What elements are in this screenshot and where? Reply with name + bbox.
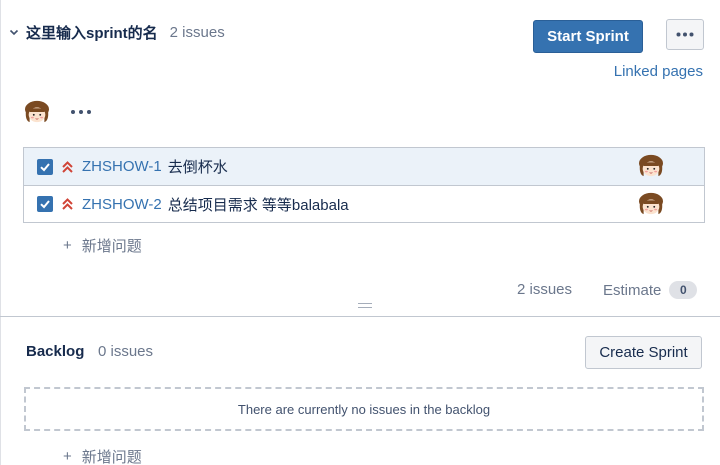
issue-summary: 总结项目需求 等等balabala	[167, 196, 349, 214]
issue-row[interactable]: ZHSHOW-2 总结项目需求 等等balabala	[24, 185, 704, 222]
backlog-empty-state: There are currently no issues in the bac…	[24, 387, 704, 431]
assignee-filter	[22, 100, 92, 124]
start-sprint-button[interactable]: Start Sprint	[533, 20, 643, 53]
empty-message: There are currently no issues in the bac…	[237, 401, 491, 417]
sprint-issue-list: ZHSHOW-1 去倒杯水 ZHSHOW-2 总结项目需求 等等balabala	[23, 147, 705, 223]
highest-priority-icon	[62, 198, 73, 210]
section-divider	[0, 316, 720, 317]
backlog-title: Backlog	[26, 343, 85, 360]
add-issue-label: 新增问题	[81, 449, 142, 465]
avatar-icon	[636, 192, 666, 216]
sprint-more-button[interactable]	[666, 19, 704, 50]
issue-key[interactable]: ZHSHOW-1	[82, 158, 162, 175]
issue-key[interactable]: ZHSHOW-2	[82, 196, 162, 213]
backlog-issue-count: 0 issues	[98, 343, 154, 360]
estimate-label: Estimate	[603, 281, 662, 299]
more-icon[interactable]	[70, 107, 92, 117]
checkbox-icon[interactable]	[37, 158, 53, 175]
issue-summary: 去倒杯水	[167, 159, 228, 176]
chevron-down-icon[interactable]	[8, 26, 20, 38]
create-sprint-button[interactable]: Create Sprint	[585, 336, 702, 369]
panel-left-border	[0, 0, 1, 465]
sprint-issue-count: 2 issues	[169, 23, 225, 41]
backlog-add-issue-button[interactable]: + 新增问题	[63, 446, 142, 465]
plus-icon: +	[63, 237, 72, 254]
sprint-footer-estimate: Estimate 0	[603, 281, 698, 299]
issue-row[interactable]: ZHSHOW-1 去倒杯水	[24, 148, 704, 185]
checkbox-icon[interactable]	[37, 196, 53, 212]
linked-pages-link[interactable]: Linked pages	[614, 63, 703, 80]
plus-icon: +	[63, 448, 72, 465]
sprint-footer-count: 2 issues	[517, 281, 573, 298]
add-issue-label: 新增问题	[81, 238, 142, 255]
avatar-icon[interactable]	[22, 100, 52, 124]
highest-priority-icon	[62, 160, 73, 173]
sprint-add-issue-button[interactable]: + 新增问题	[63, 235, 142, 256]
estimate-badge: 0	[669, 281, 698, 299]
resize-handle[interactable]	[358, 303, 372, 309]
sprint-header[interactable]: 这里输入sprint的名 2 issues	[8, 20, 225, 44]
sprint-name[interactable]: 这里输入sprint的名	[26, 22, 158, 43]
avatar-icon	[636, 154, 666, 178]
more-icon	[676, 32, 694, 37]
